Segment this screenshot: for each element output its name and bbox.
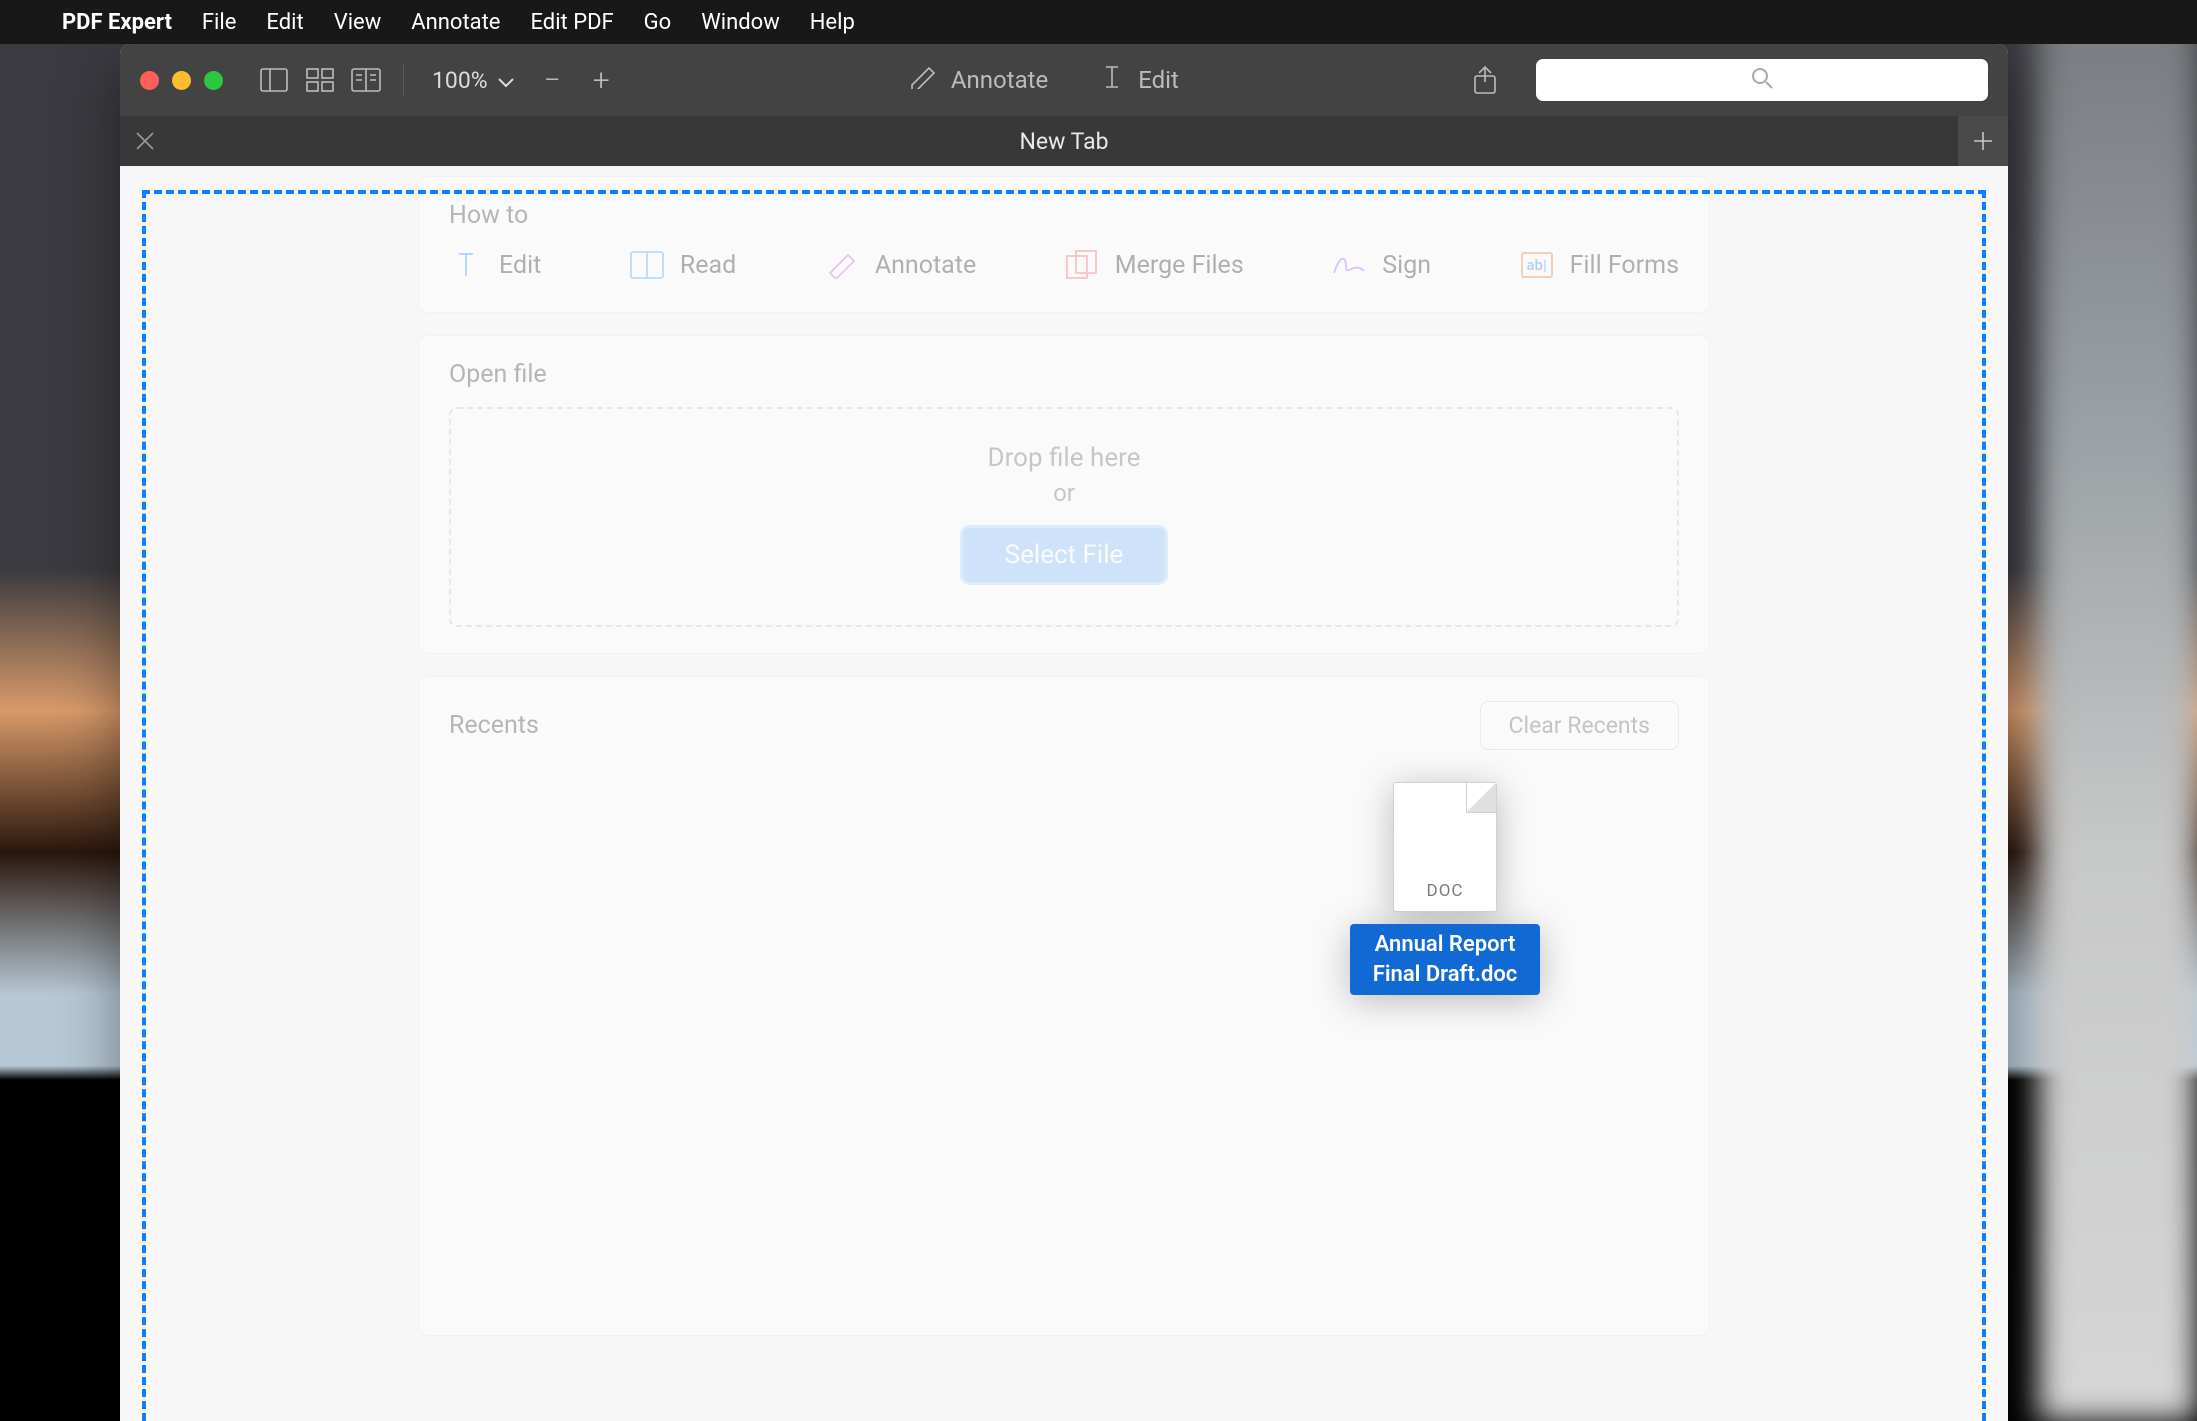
share-button[interactable]: [1470, 65, 1500, 95]
tab-close-button[interactable]: [120, 132, 170, 150]
zoom-out-button[interactable]: −: [536, 63, 569, 98]
toolbar-divider: [403, 64, 404, 96]
menu-window[interactable]: Window: [701, 10, 780, 35]
search-field[interactable]: [1536, 59, 1988, 101]
book-icon: [630, 248, 664, 282]
drop-text: Drop file here: [451, 443, 1677, 473]
wallpaper: [2037, 0, 2197, 1421]
howto-fillforms[interactable]: ab| Fill Forms: [1520, 248, 1679, 282]
openfile-panel: Open file Drop file here or Select File: [418, 335, 1710, 654]
file-icon: DOC: [1393, 782, 1497, 912]
howto-heading: How to: [449, 201, 1679, 230]
select-file-button[interactable]: Select File: [960, 525, 1169, 585]
app-menu[interactable]: PDF Expert: [62, 10, 172, 35]
howto-edit-label: Edit: [499, 251, 541, 280]
tab-bar: New Tab: [120, 116, 2008, 166]
recents-panel: Recents Clear Recents: [418, 676, 1710, 1336]
drop-zone[interactable]: Drop file here or Select File: [449, 407, 1679, 627]
menu-file[interactable]: File: [202, 10, 237, 35]
window-close-button[interactable]: [140, 71, 159, 90]
macos-menubar: PDF Expert File Edit View Annotate Edit …: [0, 0, 2197, 44]
howto-edit[interactable]: Edit: [449, 248, 541, 282]
grid-view-icon[interactable]: [305, 65, 335, 95]
menu-go[interactable]: Go: [644, 10, 672, 35]
howto-annotate[interactable]: Annotate: [825, 248, 976, 282]
clear-recents-button[interactable]: Clear Recents: [1480, 701, 1679, 750]
tab-title: New Tab: [170, 128, 1958, 155]
zoom-in-button[interactable]: +: [585, 63, 618, 98]
chevron-down-icon: [498, 67, 514, 94]
app-window: 100% − + Annotate Edit New Tab: [120, 44, 2008, 1421]
pen-icon: [909, 65, 937, 95]
zoom-value: 100%: [432, 67, 488, 94]
menu-help[interactable]: Help: [810, 10, 855, 35]
howto-annotate-label: Annotate: [875, 251, 976, 280]
menu-editpdf[interactable]: Edit PDF: [530, 10, 613, 35]
dragged-file[interactable]: DOC Annual Report Final Draft.doc: [1350, 782, 1540, 995]
recents-heading: Recents: [449, 711, 539, 740]
drop-or: or: [451, 479, 1677, 507]
file-extension-badge: DOC: [1394, 881, 1496, 901]
form-ab-text: ab: [1526, 256, 1543, 274]
howto-merge-label: Merge Files: [1115, 251, 1244, 280]
annotate-label: Annotate: [951, 66, 1048, 94]
menu-view[interactable]: View: [334, 10, 382, 35]
zoom-control[interactable]: 100%: [432, 67, 514, 94]
howto-panel: How to Edit Read Annotate: [418, 176, 1710, 313]
content-area[interactable]: How to Edit Read Annotate: [120, 166, 2008, 1421]
window-minimize-button[interactable]: [172, 71, 191, 90]
openfile-heading: Open file: [449, 360, 1679, 389]
toolbar: 100% − + Annotate Edit: [120, 44, 2008, 116]
window-fullscreen-button[interactable]: [204, 71, 223, 90]
menu-edit[interactable]: Edit: [266, 10, 303, 35]
howto-read-label: Read: [680, 251, 736, 280]
two-page-view-icon[interactable]: [351, 65, 381, 95]
howto-sign-label: Sign: [1382, 251, 1431, 280]
annotate-mode-button[interactable]: Annotate: [891, 65, 1066, 95]
howto-read[interactable]: Read: [630, 248, 736, 282]
signature-icon: [1332, 248, 1366, 282]
new-tab-button[interactable]: [1958, 116, 2008, 166]
merge-icon: [1065, 248, 1099, 282]
menu-annotate[interactable]: Annotate: [411, 10, 500, 35]
window-controls: [140, 71, 223, 90]
howto-fill-label: Fill Forms: [1570, 251, 1679, 280]
edit-mode-button[interactable]: Edit: [1082, 64, 1197, 96]
howto-sign[interactable]: Sign: [1332, 248, 1431, 282]
highlighter-icon: [825, 248, 859, 282]
text-cursor-icon: [1100, 64, 1124, 96]
edit-label: Edit: [1138, 66, 1179, 94]
howto-merge[interactable]: Merge Files: [1065, 248, 1244, 282]
search-icon: [1751, 67, 1773, 93]
dragged-file-name: Annual Report Final Draft.doc: [1350, 924, 1540, 995]
form-field-icon: ab|: [1520, 248, 1554, 282]
text-edit-icon: [449, 248, 483, 282]
sidebar-toggle-icon[interactable]: [259, 65, 289, 95]
